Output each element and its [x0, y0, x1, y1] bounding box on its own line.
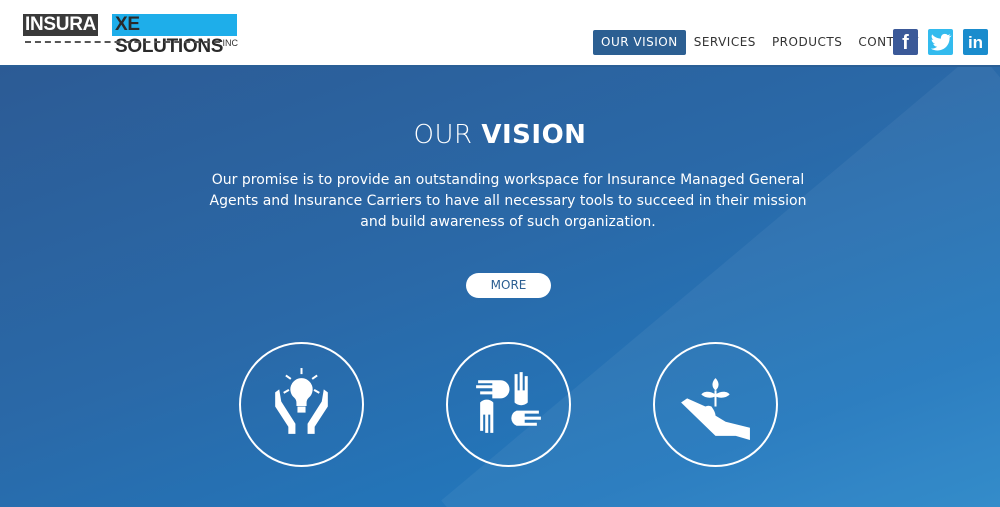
vision-description: Our promise is to provide an outstanding… — [209, 172, 807, 230]
logo-suffix: INC — [222, 38, 239, 48]
header: INSURA XE SOLUTIONS INC OUR VISION SERVI… — [0, 0, 1000, 67]
logo-dashes — [25, 41, 220, 43]
nav-products[interactable]: PRODUCTS — [764, 30, 850, 55]
plant-hand-icon — [681, 378, 750, 440]
facebook-icon[interactable]: f — [893, 29, 918, 55]
logo[interactable]: INSURA XE SOLUTIONS INC — [23, 14, 239, 57]
page-title: OUR VISION — [0, 120, 1000, 150]
more-button[interactable]: MORE — [466, 273, 551, 298]
nav-services[interactable]: SERVICES — [686, 30, 764, 55]
title-light: OUR — [413, 120, 473, 150]
title-bold: VISION — [481, 120, 587, 150]
lightbulb-hands-icon — [275, 368, 328, 434]
hero-section: OUR VISION Our promise is to provide an … — [0, 67, 1000, 507]
four-hands-icon — [476, 372, 541, 433]
feature-circle-innovation[interactable] — [239, 342, 364, 467]
logo-text-2: XE SOLUTIONS — [112, 14, 237, 57]
logo-text-1: INSURA — [23, 14, 99, 36]
nav-our-vision[interactable]: OUR VISION — [593, 30, 686, 55]
linkedin-icon[interactable]: in — [963, 29, 988, 55]
twitter-icon[interactable] — [928, 29, 953, 55]
social-links: f in — [893, 29, 988, 55]
main-nav: OUR VISION SERVICES PRODUCTS CONTACT — [593, 30, 927, 55]
feature-circle-growth[interactable] — [653, 342, 778, 467]
feature-circle-teamwork[interactable] — [446, 342, 571, 467]
